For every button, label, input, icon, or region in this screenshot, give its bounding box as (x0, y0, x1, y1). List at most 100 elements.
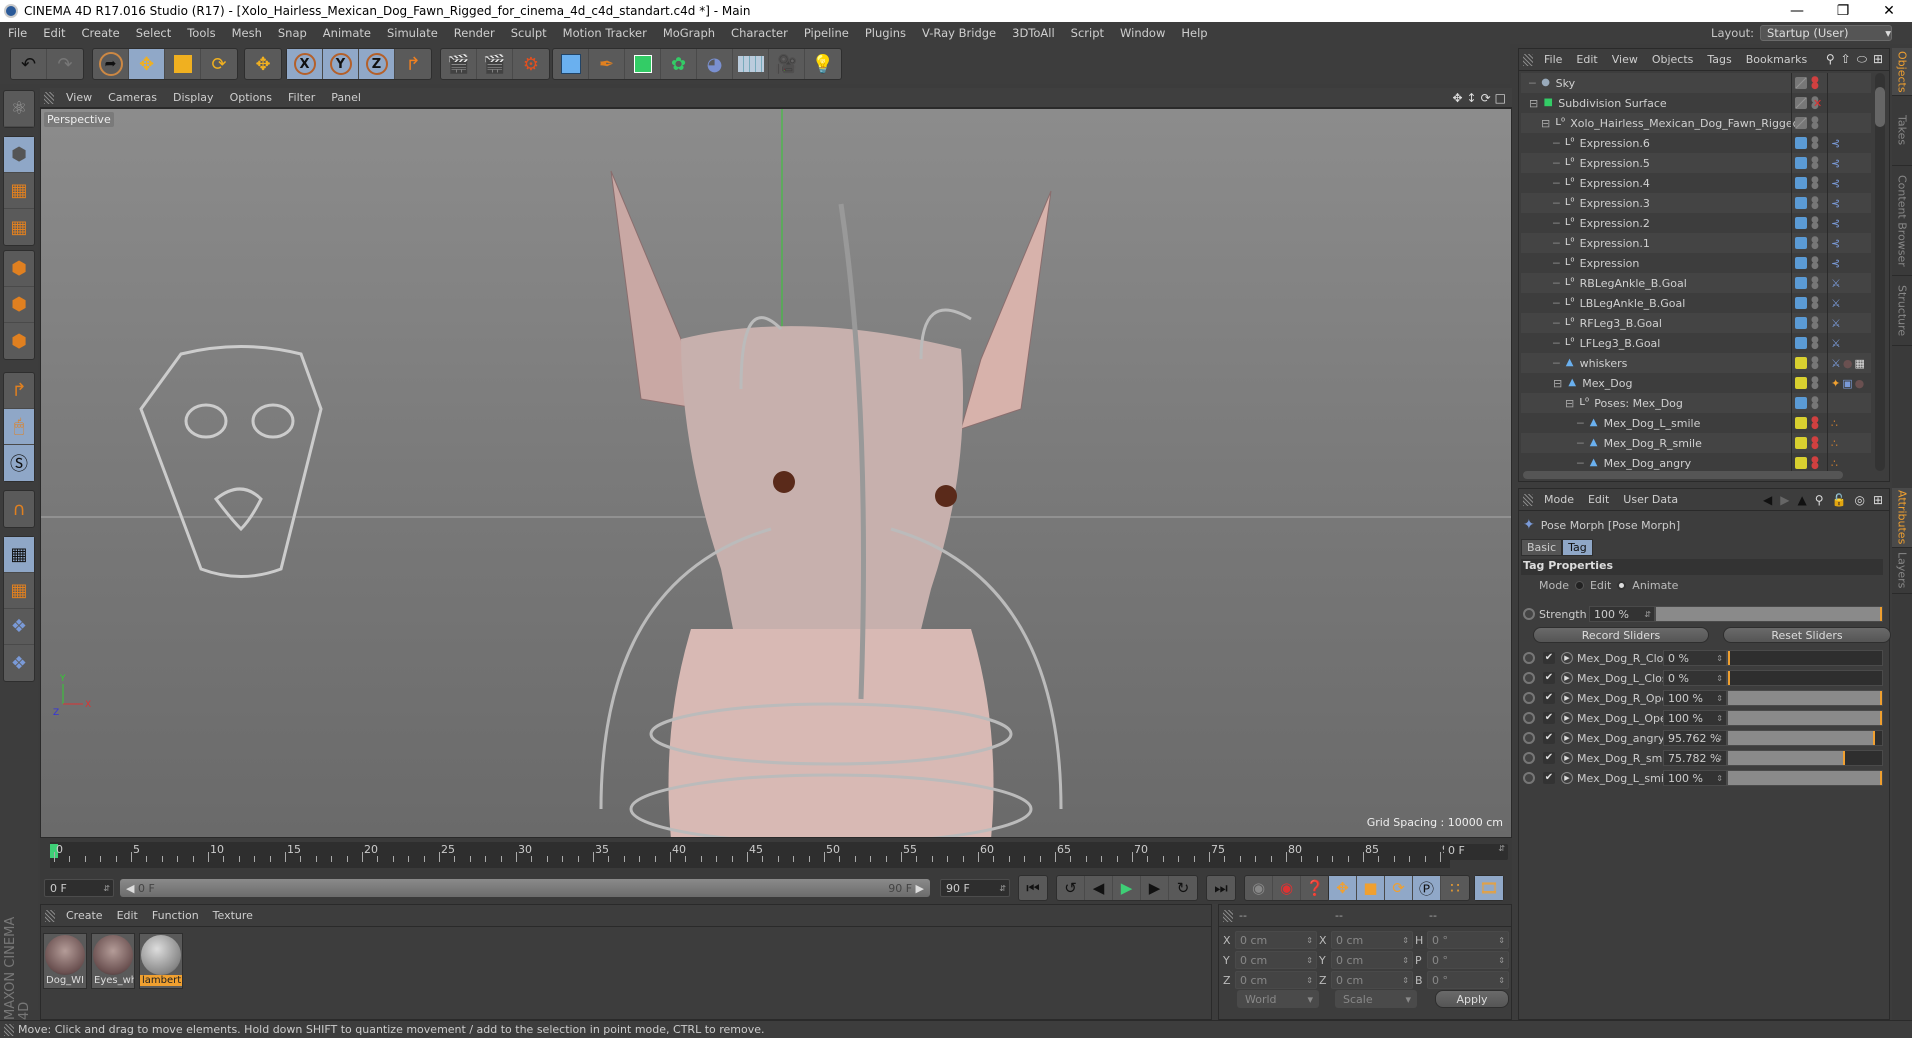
object-row[interactable]: ⊟ L⁰ Xolo_Hairless_Mexican_Dog_Fawn_Rigged… (1521, 113, 1871, 133)
visibility-dots-icon[interactable]: ● ● (1811, 216, 1819, 231)
texture-mode-icon[interactable]: ▦ (4, 173, 34, 209)
back-arrow-icon[interactable]: ◀ (1763, 493, 1772, 507)
position-field[interactable]: 0 cm ⇕ (1235, 951, 1317, 969)
layer-color-swatch[interactable] (1795, 437, 1807, 449)
object-menu-file[interactable]: File (1537, 53, 1569, 66)
viewport-menu-display[interactable]: Display (165, 91, 222, 104)
morph-value-field[interactable]: 0 % ⇕ (1663, 650, 1727, 666)
forward-arrow-icon[interactable]: ▶ (1780, 493, 1789, 507)
key-position-icon[interactable]: ✥ (1329, 876, 1357, 900)
tab-basic[interactable]: Basic (1521, 539, 1563, 556)
object-row[interactable]: ─ L⁰ Expression.1 ● ● ⊰ (1521, 233, 1871, 253)
cube-icon[interactable] (553, 49, 589, 79)
orbit-view-icon[interactable]: ⟳ (1481, 91, 1491, 105)
reset-sliders-button[interactable]: Reset Sliders (1723, 627, 1891, 643)
coordinate-mode-dropdown[interactable]: World ▾ (1237, 990, 1319, 1008)
home-icon[interactable]: ⇧ (1841, 52, 1851, 67)
morph-enable-checkbox[interactable]: ✔ (1543, 672, 1555, 684)
side-tab-structure[interactable]: Structure (1892, 276, 1912, 346)
weight-tag-icon[interactable]: ✦ (1831, 377, 1840, 390)
solo-icon[interactable]: Ⓢ (4, 445, 34, 481)
camera-icon[interactable]: 🎥 (769, 49, 805, 79)
zoom-view-icon[interactable]: ↕ (1467, 91, 1477, 105)
morph-play-icon[interactable]: ▶ (1561, 652, 1573, 664)
tweak-mode-icon[interactable]: 🖱 (4, 409, 34, 445)
menu-motion-tracker[interactable]: Motion Tracker (555, 26, 655, 40)
side-tab-layers[interactable]: Layers (1892, 548, 1912, 594)
light-icon[interactable]: 💡 (805, 49, 841, 79)
attribute-menu-user-data[interactable]: User Data (1616, 493, 1685, 506)
polygons-mode-icon[interactable]: ⬢ (4, 323, 34, 359)
layout-dropdown[interactable]: Startup (User) ▾ (1760, 25, 1892, 41)
morph-value-field[interactable]: 0 % ⇕ (1663, 670, 1727, 686)
spinner-icon[interactable]: ⇵ (999, 884, 1006, 893)
material-swatch[interactable]: lambert (139, 933, 183, 989)
object-list-hscrollbar[interactable] (1523, 471, 1843, 479)
close-icon[interactable]: ✕ (1866, 0, 1912, 22)
object-row[interactable]: ─ L⁰ Expression.3 ● ● ⊰ (1521, 193, 1871, 213)
next-key-icon[interactable]: ↻ (1169, 876, 1197, 900)
new-panel-icon[interactable]: ⊞ (1873, 493, 1883, 507)
xpresso-tag-icon[interactable]: ⊰ (1831, 137, 1840, 150)
spinner-icon[interactable]: ⇕ (1306, 976, 1313, 985)
layer-color-swatch[interactable] (1795, 377, 1807, 389)
size-field[interactable]: 0 cm ⇕ (1331, 931, 1413, 949)
search-icon[interactable]: ⚲ (1826, 52, 1835, 67)
visibility-dots-icon[interactable]: ● ● (1811, 316, 1819, 331)
next-frame-icon[interactable]: ▶ (1141, 876, 1169, 900)
layer-color-swatch[interactable] (1795, 357, 1807, 369)
model-mode-icon[interactable]: ⬢ (4, 137, 34, 173)
layer-color-swatch[interactable] (1795, 257, 1807, 269)
object-row[interactable]: ⊟ L⁰ Poses: Mex_Dog ● ● (1521, 393, 1871, 413)
grip-handle[interactable] (1523, 493, 1533, 506)
morph-value-field[interactable]: 100 % ⇕ (1663, 710, 1727, 726)
y-axis-lock[interactable]: Y (323, 49, 359, 79)
viewport-menu-panel[interactable]: Panel (323, 91, 369, 104)
layer-color-swatch[interactable] (1795, 277, 1807, 289)
xpresso-tag-icon[interactable]: ⊰ (1831, 257, 1840, 270)
grip-handle[interactable] (45, 909, 55, 922)
mode-animate-radio[interactable] (1617, 581, 1627, 590)
rotate-icon[interactable]: ⟳ (201, 49, 237, 79)
lock-icon[interactable]: 🔓 (1832, 493, 1847, 507)
posemorph-tag-icon[interactable]: ▣ (1842, 377, 1852, 390)
object-row[interactable]: ─ L⁰ RFLeg3_B.Goal ● ● ⚔ (1521, 313, 1871, 333)
object-menu-edit[interactable]: Edit (1569, 53, 1604, 66)
menu-character[interactable]: Character (723, 26, 796, 40)
menu-edit[interactable]: Edit (35, 26, 73, 40)
timeline-ruler[interactable]: 051015202530354045505560657075808590 (50, 842, 1456, 868)
visibility-dots-icon[interactable]: ● ● (1811, 136, 1819, 151)
spinner-icon[interactable]: ⇕ (1498, 956, 1505, 965)
viewport-menu-cameras[interactable]: Cameras (100, 91, 165, 104)
morph-value-field[interactable]: 100 % ⇕ (1663, 770, 1727, 786)
visibility-dots-icon[interactable]: ● ● (1811, 256, 1819, 271)
scale-icon[interactable] (165, 49, 201, 79)
layer-color-swatch[interactable] (1795, 297, 1807, 309)
morph-play-icon[interactable]: ▶ (1561, 732, 1573, 744)
rotation-field[interactable]: 0 ° ⇕ (1427, 971, 1509, 989)
menu-tools[interactable]: Tools (179, 26, 223, 40)
spinner-icon[interactable]: ⇕ (1306, 936, 1313, 945)
collapse-icon[interactable]: ⊟ (1541, 117, 1550, 130)
subdivision-surface-icon[interactable] (625, 49, 661, 79)
layer-color-swatch[interactable] (1795, 77, 1807, 89)
texture-tag-icon[interactable]: ▦ (1854, 357, 1864, 370)
spinner-icon[interactable]: ⇕ (1716, 754, 1723, 763)
range-right-arrow-icon[interactable]: ▶ (916, 882, 924, 895)
object-menu-objects[interactable]: Objects (1645, 53, 1701, 66)
toggle-view-icon[interactable]: □ (1495, 91, 1506, 105)
visibility-dots-icon[interactable]: ● ● (1811, 276, 1819, 291)
object-row[interactable]: ─ ● Sky ● ● (1521, 73, 1871, 93)
object-row[interactable]: ─ L⁰ LFLeg3_B.Goal ● ● ⚔ (1521, 333, 1871, 353)
go-to-start-icon[interactable]: ⏮ (1019, 876, 1047, 900)
menu-animate[interactable]: Animate (315, 26, 379, 40)
constraint-tag-icon[interactable]: ⚔ (1831, 297, 1841, 310)
attribute-menu-mode[interactable]: Mode (1537, 493, 1581, 506)
current-frame-field[interactable]: 0 F ⇵ (1444, 844, 1508, 860)
visibility-dots-icon[interactable]: ● ● (1811, 176, 1819, 191)
material-tag-icon[interactable]: ● (1855, 377, 1865, 390)
layer-color-swatch[interactable] (1795, 197, 1807, 209)
previous-key-icon[interactable]: ↺ (1057, 876, 1085, 900)
key-rotation-icon[interactable]: ⟳ (1385, 876, 1413, 900)
menu-plugins[interactable]: Plugins (857, 26, 914, 40)
